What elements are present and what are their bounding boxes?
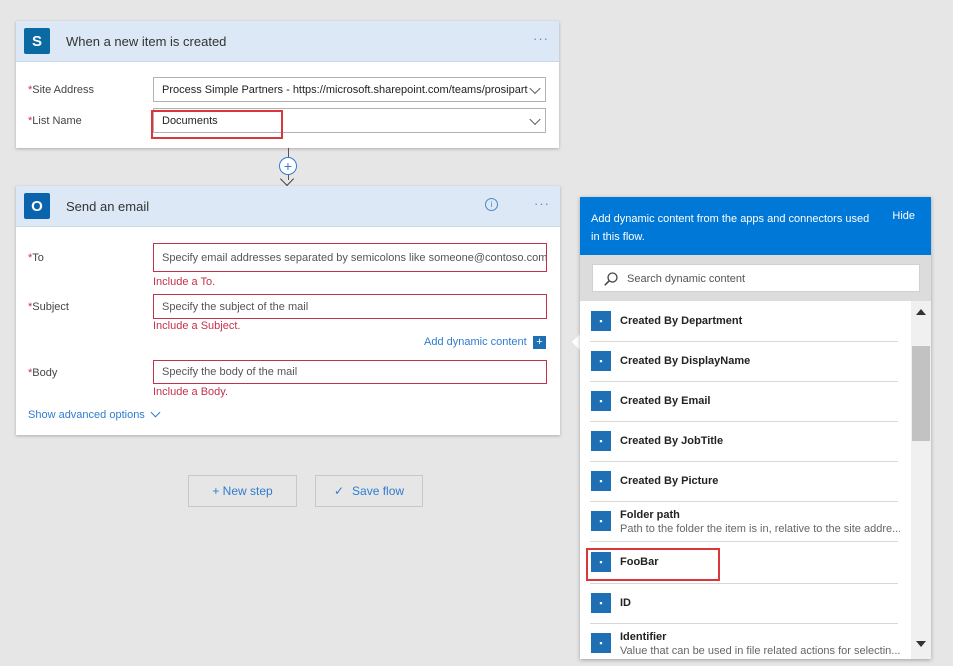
email-title: Send an email	[66, 199, 150, 214]
sharepoint-icon: ▪	[591, 311, 611, 331]
body-label: *Body	[28, 367, 58, 379]
list-name-label: *List Name	[28, 115, 82, 127]
email-card: O Send an email i ··· *To Specify email …	[16, 186, 560, 435]
dynamic-item-name: Created By Picture	[620, 475, 719, 487]
add-dynamic-content-link[interactable]: Add dynamic content	[424, 336, 527, 348]
trigger-card: S When a new item is created ··· *Site A…	[16, 21, 559, 148]
highlight-list-name	[151, 110, 283, 139]
save-flow-button[interactable]: ✓ Save flow	[315, 475, 423, 507]
scroll-up-icon[interactable]	[916, 309, 926, 315]
panel-pointer	[572, 334, 580, 350]
sharepoint-icon: ▪	[591, 593, 611, 613]
dynamic-panel-description: Add dynamic content from the apps and co…	[591, 213, 870, 243]
dynamic-item[interactable]: ▪ Created By Picture	[590, 461, 898, 502]
add-dynamic-content-icon[interactable]: +	[533, 336, 546, 349]
search-icon	[604, 272, 618, 286]
sharepoint-icon: ▪	[591, 511, 611, 531]
dynamic-item[interactable]: ▪ Created By Email	[590, 381, 898, 422]
new-step-button[interactable]: + New step	[188, 475, 297, 507]
trigger-card-header[interactable]: S When a new item is created ···	[16, 21, 559, 62]
sharepoint-icon: ▪	[591, 391, 611, 411]
dynamic-item-name: ID	[620, 597, 631, 609]
dynamic-item-name: Created By DisplayName	[620, 355, 751, 367]
trigger-title: When a new item is created	[66, 34, 227, 49]
site-address-dropdown[interactable]: Process Simple Partners - https://micros…	[153, 77, 546, 102]
dynamic-item[interactable]: ▪ Created By DisplayName	[590, 341, 898, 382]
body-error: Include a Body.	[153, 386, 229, 398]
dynamic-item[interactable]: ▪ Folder path Path to the folder the ite…	[590, 501, 900, 542]
dynamic-search-area: Search dynamic content	[580, 255, 931, 301]
sharepoint-icon: ▪	[591, 633, 611, 653]
body-input[interactable]: Specify the body of the mail	[153, 360, 547, 384]
sharepoint-icon: S	[24, 28, 50, 54]
dynamic-list-scrollbar[interactable]	[911, 301, 931, 659]
email-card-header[interactable]: O Send an email i ···	[16, 186, 560, 227]
dynamic-content-panel: Add dynamic content from the apps and co…	[580, 197, 931, 659]
email-menu-icon[interactable]: ···	[534, 196, 550, 211]
dynamic-panel-header: Add dynamic content from the apps and co…	[580, 197, 931, 255]
sharepoint-icon: ▪	[591, 431, 611, 451]
dynamic-item-name: Created By Email	[620, 395, 711, 407]
dynamic-content-list: ▪ Created By Department ▪ Created By Dis…	[580, 301, 910, 659]
info-icon[interactable]: i	[485, 198, 498, 211]
show-advanced-options-link[interactable]: Show advanced options	[28, 407, 161, 421]
dynamic-item[interactable]: ▪ Identifier Value that can be used in f…	[590, 623, 900, 659]
dynamic-item[interactable]: ▪ ID	[590, 583, 898, 624]
dynamic-search-input[interactable]: Search dynamic content	[592, 264, 920, 292]
dynamic-item-description: Path to the folder the item is in, relat…	[620, 523, 900, 535]
subject-label: *Subject	[28, 301, 69, 313]
hide-button[interactable]: Hide	[892, 210, 915, 222]
dynamic-item-name: Created By Department	[620, 315, 743, 327]
to-input[interactable]: Specify email addresses separated by sem…	[153, 243, 547, 272]
scroll-thumb[interactable]	[912, 346, 930, 441]
dynamic-item-description: Value that can be used in file related a…	[620, 645, 900, 657]
site-address-label: *Site Address	[28, 84, 95, 96]
sharepoint-icon: ▪	[591, 351, 611, 371]
chevron-down-icon	[529, 113, 541, 125]
to-label: *To	[28, 252, 44, 264]
chevron-down-icon	[529, 82, 541, 94]
highlight-foobar	[586, 548, 720, 581]
trigger-menu-icon[interactable]: ···	[533, 31, 549, 46]
outlook-icon: O	[24, 193, 50, 219]
dynamic-item-name: Folder path	[620, 509, 680, 521]
to-error: Include a To.	[153, 276, 216, 288]
check-icon: ✓	[333, 484, 345, 498]
scroll-down-icon[interactable]	[916, 641, 926, 647]
dynamic-item-name: Identifier	[620, 631, 667, 643]
dynamic-item[interactable]: ▪ Created By Department	[590, 301, 898, 342]
chevron-down-icon	[150, 407, 161, 418]
search-placeholder: Search dynamic content	[627, 273, 746, 285]
dynamic-item[interactable]: ▪ Created By JobTitle	[590, 421, 898, 462]
dynamic-item-name: Created By JobTitle	[620, 435, 724, 447]
subject-input[interactable]: Specify the subject of the mail	[153, 294, 547, 319]
subject-error: Include a Subject.	[153, 320, 241, 332]
sharepoint-icon: ▪	[591, 471, 611, 491]
